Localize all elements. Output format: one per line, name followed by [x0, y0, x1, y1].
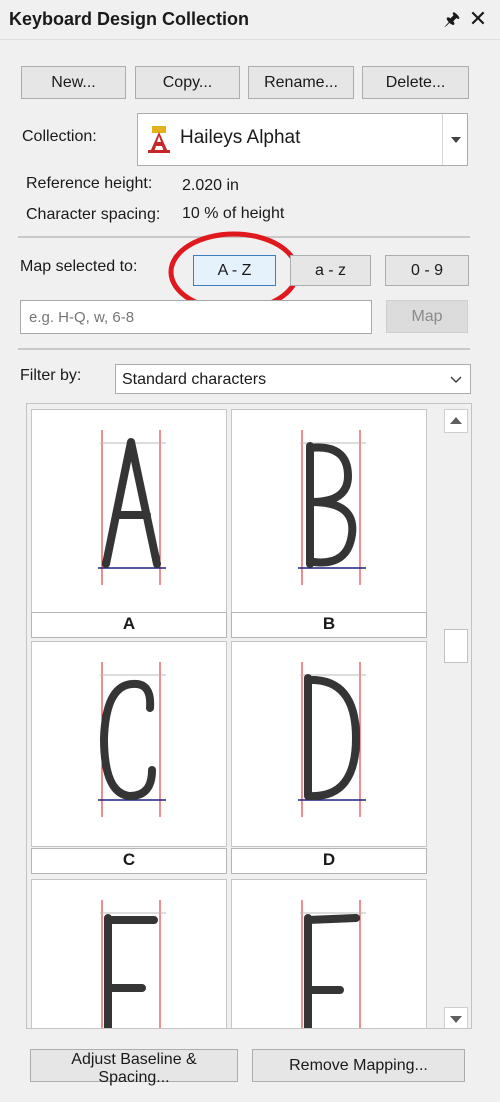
- glyph-caption-a: A: [31, 612, 227, 638]
- scrollbar-thumb[interactable]: [444, 629, 468, 663]
- chevron-down-icon: [450, 376, 462, 384]
- map-digits-button[interactable]: 0 - 9: [385, 255, 469, 286]
- collection-value: Haileys Alphat: [180, 127, 301, 148]
- filter-value: Standard characters: [122, 371, 267, 388]
- map-selected-label: Map selected to:: [20, 258, 138, 275]
- pin-icon[interactable]: 🖈: [441, 6, 463, 32]
- collection-font-icon: [148, 126, 170, 153]
- reference-height-value: 2.020 in: [182, 177, 239, 194]
- dropdown-divider: [442, 114, 443, 165]
- map-button[interactable]: Map: [386, 300, 468, 333]
- glyph-f-preview: [300, 900, 366, 1028]
- filter-label: Filter by:: [20, 367, 82, 384]
- glyph-tile-c[interactable]: [31, 641, 227, 847]
- collection-dropdown[interactable]: Haileys Alphat: [137, 113, 468, 166]
- glyph-tile-a[interactable]: [31, 409, 227, 615]
- scroll-down-icon: [450, 1016, 462, 1023]
- glyph-grid-scrollbar[interactable]: [444, 409, 468, 1028]
- chevron-down-icon: [451, 137, 461, 143]
- glyph-grid[interactable]: A B C D: [26, 403, 472, 1029]
- filter-dropdown[interactable]: Standard characters: [115, 364, 471, 394]
- panel-title: Keyboard Design Collection: [9, 9, 250, 29]
- glyph-tile-f[interactable]: [231, 879, 427, 1028]
- glyph-e-preview: [100, 900, 166, 1028]
- character-spacing-label: Character spacing:: [26, 206, 161, 223]
- rename-button[interactable]: Rename...: [248, 66, 354, 99]
- copy-button[interactable]: Copy...: [135, 66, 240, 99]
- glyph-caption-b: B: [231, 612, 427, 638]
- glyph-tile-b[interactable]: [231, 409, 427, 615]
- scroll-up-button[interactable]: [444, 409, 468, 433]
- new-button[interactable]: New...: [21, 66, 126, 99]
- glyph-caption-c: C: [31, 848, 227, 874]
- map-lowercase-button[interactable]: a - z: [290, 255, 371, 286]
- glyph-c-preview: [98, 662, 166, 817]
- title-divider: [0, 39, 500, 40]
- close-icon[interactable]: ✕: [466, 6, 490, 32]
- adjust-baseline-spacing-button[interactable]: Adjust Baseline & Spacing...: [30, 1049, 238, 1086]
- delete-button[interactable]: Delete...: [362, 66, 469, 99]
- glyph-tile-e[interactable]: [31, 879, 227, 1028]
- scroll-down-button[interactable]: [444, 1007, 468, 1028]
- reference-height-label: Reference height:: [26, 175, 153, 192]
- glyph-d-preview: [298, 662, 366, 817]
- glyph-a-preview: [98, 430, 166, 585]
- map-characters-input[interactable]: [20, 300, 372, 334]
- section-divider-2: [18, 348, 470, 350]
- glyph-caption-d: D: [231, 848, 427, 874]
- glyph-b-preview: [298, 430, 366, 585]
- character-spacing-value: 10 % of height: [182, 205, 285, 222]
- remove-mapping-button[interactable]: Remove Mapping...: [252, 1049, 465, 1082]
- glyph-tile-d[interactable]: [231, 641, 427, 847]
- collection-label: Collection:: [22, 128, 97, 145]
- scroll-up-icon: [450, 417, 462, 424]
